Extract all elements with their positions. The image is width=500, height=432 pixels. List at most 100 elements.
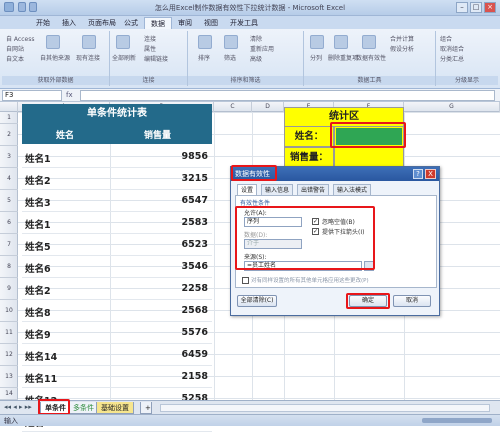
row-sales: 6459 <box>181 349 208 360</box>
properties-button[interactable]: 属性 <box>144 44 156 53</box>
minimize-button[interactable]: – <box>456 2 468 13</box>
group-sort-filter: 排序 筛选 清除 重新应用 高级 排序和筛选 <box>188 31 304 86</box>
what-if-button[interactable]: 假设分析 <box>390 44 414 53</box>
column-header-c[interactable]: C <box>214 102 252 112</box>
sheet-nav-icon[interactable]: ◂◂ ◂ ▸ ▸▸ <box>4 403 32 411</box>
tab-formulas[interactable]: 公式 <box>118 17 144 29</box>
connections-button[interactable]: 连接 <box>144 34 156 43</box>
row-header[interactable]: 12 <box>0 344 18 366</box>
edit-links-button[interactable]: 编辑链接 <box>144 54 168 63</box>
row-header[interactable]: 3 <box>0 146 18 168</box>
row-header[interactable]: 13 <box>0 366 18 388</box>
row-headers: 1 2 3 4 5 6 7 8 9 10 11 12 13 14 <box>0 112 18 400</box>
cancel-button[interactable]: 取消 <box>393 295 431 307</box>
tab-review[interactable]: 审阅 <box>172 17 198 29</box>
insert-sheet-icon[interactable]: + <box>140 402 152 414</box>
from-web-button[interactable]: 自网站 <box>6 44 24 53</box>
table-row[interactable]: 姓名3 6547 <box>22 190 212 212</box>
row-header[interactable]: 5 <box>0 190 18 212</box>
sheet-tab-basic[interactable]: 基础设置 <box>96 402 134 414</box>
office-button-icon[interactable] <box>4 2 14 12</box>
group-connections: 全部刷新 连接 属性 编辑链接 连接 <box>110 31 188 86</box>
row-header[interactable]: 4 <box>0 168 18 190</box>
tab-view[interactable]: 视图 <box>198 17 224 29</box>
table-row[interactable]: 姓名14 6459 <box>22 344 212 366</box>
other-sources-button[interactable]: 自其他来源 <box>40 53 70 62</box>
tab-input-message[interactable]: 输入信息 <box>261 184 294 195</box>
advanced-button[interactable]: 高级 <box>250 54 262 63</box>
tab-ime-mode[interactable]: 输入法模式 <box>333 184 372 195</box>
row-header[interactable]: 14 <box>0 388 18 400</box>
sheet-tab-bar: ◂◂ ◂ ▸ ▸▸ 单条件 多条件 基础设置 + <box>0 400 500 414</box>
table-row[interactable]: 姓名2 3215 <box>22 168 212 190</box>
group-label: 获取外部数据 <box>2 76 109 85</box>
reapply-button[interactable]: 重新应用 <box>250 44 274 53</box>
text-to-columns-button[interactable]: 分列 <box>310 53 322 62</box>
tab-error-alert[interactable]: 出错警告 <box>297 184 330 195</box>
table-row[interactable]: 姓名2 2258 <box>22 278 212 300</box>
close-window-button[interactable]: × <box>484 2 496 13</box>
row-sales: 6547 <box>181 195 208 206</box>
row-name: 姓名6 <box>25 264 51 275</box>
highlight-box-f3 <box>330 122 406 148</box>
group-data-tools: 分列 删除重复项 数据有效性 合并计算 假设分析 数据工具 <box>304 31 436 86</box>
tab-data[interactable]: 数据 <box>144 17 172 29</box>
tab-developer[interactable]: 开发工具 <box>224 17 264 29</box>
clear-button[interactable]: 清除 <box>250 34 262 43</box>
other-sources-icon <box>46 35 60 49</box>
row-header[interactable]: 8 <box>0 256 18 278</box>
row-header[interactable]: 10 <box>0 300 18 322</box>
stats-sales-cell[interactable] <box>334 147 404 168</box>
filter-button[interactable]: 筛选 <box>224 53 236 62</box>
table-row[interactable]: 姓名9 5576 <box>22 322 212 344</box>
status-bar: 输入 <box>0 414 500 426</box>
row-header[interactable]: 1 <box>0 112 18 124</box>
consolidate-button[interactable]: 合并计算 <box>390 34 414 43</box>
help-button[interactable]: ? <box>413 169 423 179</box>
apply-all-checkbox[interactable] <box>242 277 249 284</box>
row-header[interactable]: 2 <box>0 124 18 146</box>
group-label: 数据工具 <box>304 76 435 85</box>
from-text-button[interactable]: 自文本 <box>6 54 24 63</box>
subtotal-button[interactable]: 分类汇总 <box>440 54 464 63</box>
row-header[interactable]: 6 <box>0 212 18 234</box>
tab-page-layout[interactable]: 页面布局 <box>82 17 122 29</box>
clear-all-button[interactable]: 全部清除(C) <box>237 295 277 307</box>
data-validation-button[interactable]: 数据有效性 <box>356 53 386 62</box>
row-sales: 2568 <box>181 305 208 316</box>
table-row[interactable]: 姓名5 6523 <box>22 234 212 256</box>
horizontal-scrollbar[interactable] <box>160 404 490 412</box>
table-row[interactable]: 姓名1 2583 <box>22 212 212 234</box>
table-row[interactable]: 姓名1 9856 <box>22 146 212 168</box>
dialog-close-button[interactable]: X <box>425 169 436 179</box>
select-all-corner[interactable] <box>0 102 18 112</box>
from-access-button[interactable]: 自 Access <box>6 34 34 43</box>
ungroup-button[interactable]: 取消组合 <box>440 44 464 53</box>
undo-icon[interactable] <box>29 2 37 12</box>
tab-insert[interactable]: 插入 <box>56 17 82 29</box>
highlight-sheet-tab <box>38 399 70 415</box>
group-button[interactable]: 组合 <box>440 34 452 43</box>
maximize-button[interactable]: □ <box>470 2 482 13</box>
group-outline: 组合 取消组合 分类汇总 分级显示 <box>436 31 498 86</box>
save-icon[interactable] <box>18 2 26 12</box>
row-header[interactable]: 9 <box>0 278 18 300</box>
table-row[interactable]: 姓名6 3546 <box>22 256 212 278</box>
column-header-g[interactable]: G <box>404 102 500 112</box>
row-header[interactable]: 11 <box>0 322 18 344</box>
zoom-slider[interactable] <box>422 418 492 423</box>
table-row[interactable]: 姓名11 2158 <box>22 366 212 388</box>
row-header[interactable]: 7 <box>0 234 18 256</box>
existing-connections-button[interactable]: 现有连接 <box>76 53 100 62</box>
stats-name-label: 姓名： <box>284 126 334 147</box>
remove-duplicates-button[interactable]: 删除重复项 <box>328 53 358 62</box>
table-row[interactable]: 姓名8 2568 <box>22 300 212 322</box>
sheet-tab-multi[interactable]: 多条件 <box>68 402 99 414</box>
tab-home[interactable]: 开始 <box>30 17 56 29</box>
name-box[interactable]: F3 <box>2 90 62 101</box>
formula-input[interactable] <box>80 90 495 101</box>
fx-icon[interactable]: fx <box>66 90 73 101</box>
refresh-all-button[interactable]: 全部刷新 <box>112 53 136 62</box>
column-header-d[interactable]: D <box>252 102 284 112</box>
sort-button[interactable]: 排序 <box>198 53 210 62</box>
